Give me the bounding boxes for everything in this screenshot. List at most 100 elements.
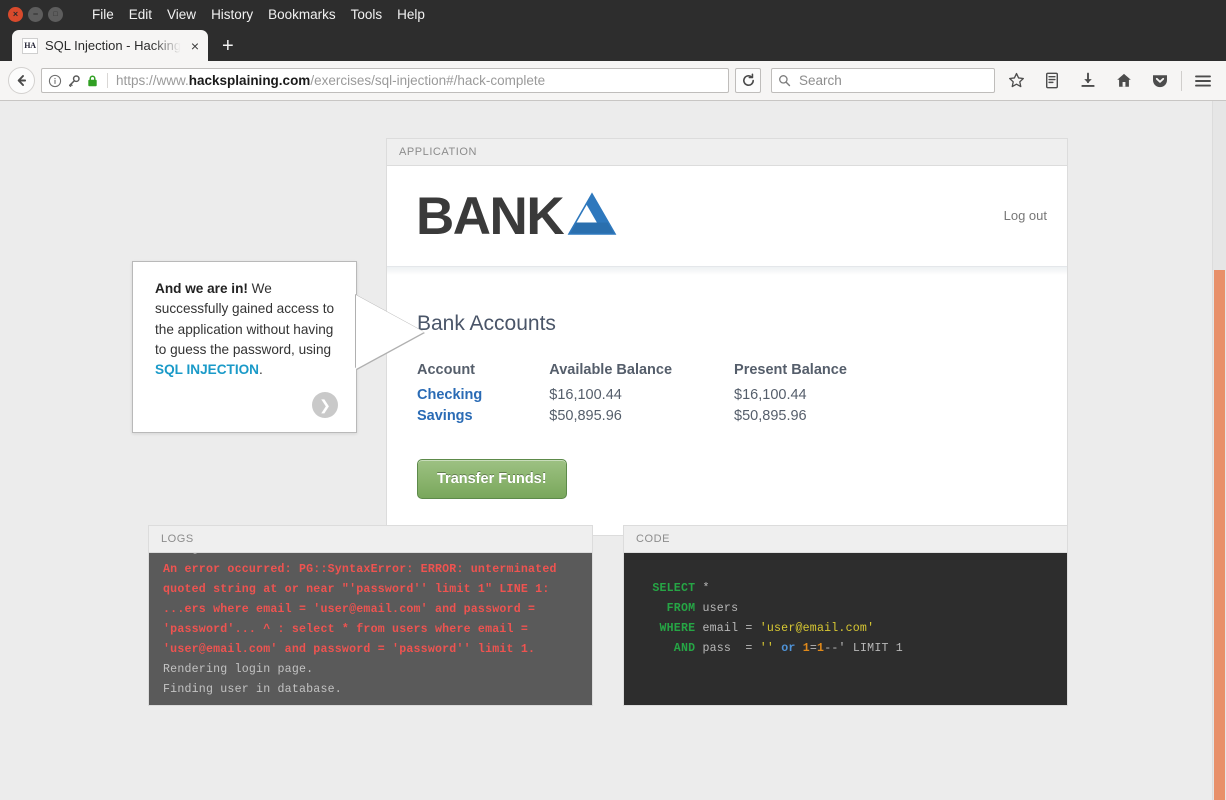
callout-next-button[interactable]: ❯ xyxy=(312,392,338,419)
table-row: Savings $50,895.96 $50,895.96 xyxy=(417,406,847,427)
bank-logo[interactable]: BANK xyxy=(416,190,617,243)
transfer-funds-button[interactable]: Transfer Funds! xyxy=(417,459,567,499)
column-header-account: Account xyxy=(417,362,475,378)
tab-bar: HA SQL Injection - Hacking × + xyxy=(0,28,1226,61)
callout-tail xyxy=(356,295,424,369)
url-bar[interactable]: https://www.hacksplaining.com/exercises/… xyxy=(41,68,729,93)
triangle-prism-icon xyxy=(567,191,617,243)
logs-lines: user@email.com. An error occurred: PG::S… xyxy=(163,553,578,700)
home-icon xyxy=(1117,73,1131,87)
minimize-icon: − xyxy=(32,8,39,19)
column-header-available-balance: Available Balance xyxy=(549,362,673,378)
window-controls: × − □ xyxy=(8,6,63,22)
star-icon xyxy=(1008,72,1024,88)
table-row: Checking $16,100.44 $16,100.44 xyxy=(417,385,847,406)
log-line: quoted string at or near "'password'' li… xyxy=(163,583,550,596)
info-icon[interactable] xyxy=(48,74,62,88)
code-line: WHERE email = 'user@email.com' xyxy=(659,622,875,635)
menu-bar: File Edit View History Bookmarks Tools H… xyxy=(85,4,432,25)
navbar-divider xyxy=(387,266,1067,275)
code-panel-header: CODE xyxy=(624,526,1067,553)
browser-tab[interactable]: HA SQL Injection - Hacking × xyxy=(12,30,208,61)
hamburger-menu-icon xyxy=(1195,74,1211,87)
favicon-icon: HA xyxy=(22,37,38,54)
new-tab-button[interactable]: + xyxy=(222,36,234,56)
pocket-button[interactable] xyxy=(1145,66,1175,96)
callout-text: And we are in! We successfully gained ac… xyxy=(155,279,338,380)
bookmark-star-button[interactable] xyxy=(1001,66,1031,96)
lock-icon[interactable] xyxy=(86,74,99,88)
library-button[interactable] xyxy=(1037,66,1067,96)
bank-logo-text: BANK xyxy=(416,186,565,246)
menu-edit[interactable]: Edit xyxy=(122,4,159,25)
logs-output[interactable]: user@email.com. An error occurred: PG::S… xyxy=(149,553,592,705)
column-header-present-balance: Present Balance xyxy=(734,362,847,378)
available-balance-savings: $50,895.96 xyxy=(549,408,622,424)
tutorial-callout: And we are in! We successfully gained ac… xyxy=(132,261,424,434)
url-text: https://www.hacksplaining.com/exercises/… xyxy=(116,73,546,88)
table-header-row: Account Available Balance Present Balanc… xyxy=(417,362,847,385)
log-line: 'password'... ^ : select * from users wh… xyxy=(163,623,529,636)
present-balance-checking: $16,100.44 xyxy=(734,387,807,403)
key-icon[interactable] xyxy=(67,74,81,88)
pocket-icon xyxy=(1153,75,1167,88)
account-link-savings[interactable]: Savings xyxy=(417,406,482,427)
account-link-checking[interactable]: Checking xyxy=(417,385,482,406)
log-line: Rendering login page. xyxy=(163,663,314,676)
search-icon xyxy=(778,74,791,87)
log-line: An error occurred: PG::SyntaxError: ERRO… xyxy=(163,563,557,576)
application-panel-header: APPLICATION xyxy=(387,139,1067,166)
hamburger-menu-button[interactable] xyxy=(1188,66,1218,96)
code-line: AND pass = '' or 1=1--' LIMIT 1 xyxy=(673,642,903,655)
log-line: ...ers where email = 'user@email.com' an… xyxy=(163,603,536,616)
code-output: SELECT * FROM users WHERE email = 'user@… xyxy=(624,553,1067,705)
menu-tools[interactable]: Tools xyxy=(344,4,390,25)
window-close-button[interactable]: × xyxy=(8,6,23,22)
window-maximize-button[interactable]: □ xyxy=(48,6,63,22)
menu-history[interactable]: History xyxy=(204,4,260,25)
present-balance-savings: $50,895.96 xyxy=(734,408,807,424)
home-button[interactable] xyxy=(1109,66,1139,96)
back-button[interactable] xyxy=(8,67,35,94)
reload-button[interactable] xyxy=(735,68,761,93)
menu-bookmarks[interactable]: Bookmarks xyxy=(261,4,343,25)
code-panel: CODE SELECT * FROM users WHERE email = '… xyxy=(623,525,1068,706)
navigation-toolbar: https://www.hacksplaining.com/exercises/… xyxy=(0,61,1226,101)
logs-panel: LOGS user@email.com. An error occurred: … xyxy=(148,525,593,706)
code-line: FROM users xyxy=(666,602,739,615)
menu-help[interactable]: Help xyxy=(390,4,432,25)
window-minimize-button[interactable]: − xyxy=(28,6,43,22)
logs-scrollbar-thumb[interactable] xyxy=(579,553,592,705)
menu-view[interactable]: View xyxy=(160,4,203,25)
close-icon: × xyxy=(12,8,19,19)
window-titlebar: × − □ File Edit View History Bookmarks T… xyxy=(0,0,1226,28)
page-title: Bank Accounts xyxy=(417,312,556,335)
reload-icon xyxy=(742,73,754,86)
url-separator xyxy=(107,73,108,88)
logs-panel-header: LOGS xyxy=(149,526,592,553)
search-bar[interactable] xyxy=(771,68,995,93)
callout-highlight: SQL INJECTION xyxy=(155,362,259,378)
maximize-icon: □ xyxy=(53,10,58,18)
application-panel: APPLICATION BANK Log out Bank Accounts A… xyxy=(386,138,1068,536)
callout-lead: And we are in! xyxy=(155,281,248,296)
library-icon xyxy=(1046,72,1058,89)
search-input[interactable] xyxy=(797,72,988,89)
back-arrow-icon xyxy=(17,75,27,86)
page-scrollbar-track[interactable] xyxy=(1212,101,1226,800)
logout-link[interactable]: Log out xyxy=(1004,208,1047,223)
download-icon xyxy=(1081,72,1095,87)
bank-accounts-section: Bank Accounts Account Available Balance … xyxy=(387,266,1067,535)
tab-close-icon[interactable]: × xyxy=(189,39,201,53)
available-balance-checking: $16,100.44 xyxy=(549,387,622,403)
log-line: Finding user in database. xyxy=(163,683,342,696)
logs-scrollbar-track[interactable] xyxy=(579,553,592,705)
tab-title: SQL Injection - Hacking xyxy=(45,38,182,53)
download-button[interactable] xyxy=(1073,66,1103,96)
menu-file[interactable]: File xyxy=(85,4,121,25)
toolbar-separator xyxy=(1181,70,1182,91)
accounts-table: Account Available Balance Present Balanc… xyxy=(417,362,847,427)
bank-navbar: BANK Log out xyxy=(387,166,1067,275)
log-line: 'user@email.com' and password = 'passwor… xyxy=(163,643,536,656)
page-scrollbar-thumb[interactable] xyxy=(1214,270,1225,800)
